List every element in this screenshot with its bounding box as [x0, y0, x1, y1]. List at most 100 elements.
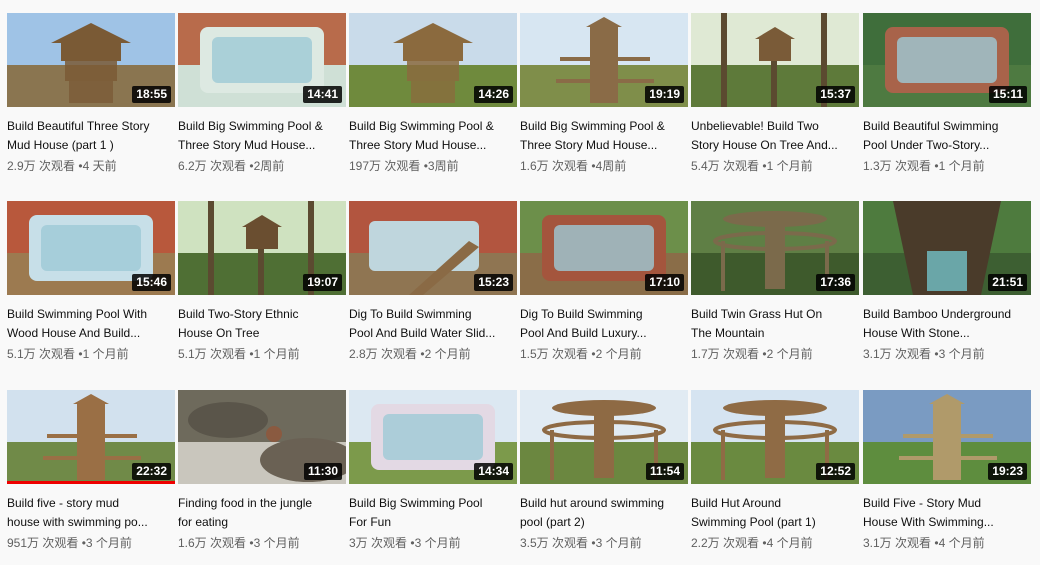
- video-card[interactable]: 22:32 Build five - story mud house with …: [7, 390, 175, 552]
- duration-badge: 14:26: [474, 86, 513, 103]
- video-title[interactable]: Build Hut Around Swimming Pool (part 1): [691, 494, 859, 532]
- duration-badge: 15:37: [816, 86, 855, 103]
- video-card[interactable]: 15:23 Dig To Build Swimming Pool And Bui…: [349, 201, 517, 363]
- video-card[interactable]: 15:46 Build Swimming Pool With Wood Hous…: [7, 201, 175, 363]
- video-thumbnail[interactable]: 14:41: [178, 13, 346, 107]
- video-thumbnail[interactable]: 15:37: [691, 13, 859, 107]
- video-title-line-2: House With Swimming...: [863, 515, 994, 529]
- video-title[interactable]: Build Beautiful Three Story Mud House (p…: [7, 117, 175, 155]
- video-meta: 5.4万 次观看 •1 个月前: [691, 157, 859, 175]
- view-count: 2.9万 次观看: [7, 159, 76, 173]
- video-title[interactable]: Build hut around swimming pool (part 2): [520, 494, 688, 532]
- video-meta: 3.1万 次观看 •4 个月前: [863, 534, 1031, 552]
- video-title[interactable]: Build Two-Story Ethnic House On Tree: [178, 305, 346, 343]
- video-card[interactable]: 19:19 Build Big Swimming Pool & Three St…: [520, 13, 688, 175]
- view-count: 1.6万 次观看: [178, 536, 247, 550]
- video-title[interactable]: Build five - story mud house with swimmi…: [7, 494, 175, 532]
- video-title-line-2: Swimming Pool (part 1): [691, 515, 816, 529]
- video-title-line-2: house with swimming po...: [7, 515, 148, 529]
- video-card[interactable]: 14:26 Build Big Swimming Pool & Three St…: [349, 13, 517, 175]
- duration-badge: 21:51: [988, 274, 1027, 291]
- video-title-line-2: The Mountain: [691, 326, 765, 340]
- view-count: 2.8万 次观看: [349, 347, 418, 361]
- video-title-line-1: Dig To Build Swimming: [349, 307, 472, 321]
- video-title-line-2: Three Story Mud House...: [520, 138, 658, 152]
- upload-age: 2 个月前: [595, 347, 642, 361]
- view-count: 5.1万 次观看: [7, 347, 76, 361]
- video-thumbnail[interactable]: 12:52: [691, 390, 859, 484]
- video-title[interactable]: Dig To Build Swimming Pool And Build Wat…: [349, 305, 517, 343]
- view-count: 1.5万 次观看: [520, 347, 589, 361]
- view-count: 3.1万 次观看: [863, 536, 932, 550]
- video-title[interactable]: Build Big Swimming Pool For Fun: [349, 494, 517, 532]
- video-title[interactable]: Build Twin Grass Hut On The Mountain: [691, 305, 859, 343]
- video-card[interactable]: 14:41 Build Big Swimming Pool & Three St…: [178, 13, 346, 175]
- video-meta: 3.5万 次观看 •3 个月前: [520, 534, 688, 552]
- video-meta: 2.2万 次观看 •4 个月前: [691, 534, 859, 552]
- video-meta: 1.3万 次观看 •1 个月前: [863, 157, 1031, 175]
- video-title-line-1: Build Swimming Pool With: [7, 307, 148, 321]
- video-title[interactable]: Build Bamboo Underground House With Ston…: [863, 305, 1031, 343]
- video-title[interactable]: Build Beautiful Swimming Pool Under Two-…: [863, 117, 1031, 155]
- video-card[interactable]: 15:11 Build Beautiful Swimming Pool Unde…: [863, 13, 1031, 175]
- video-card[interactable]: 21:51 Build Bamboo Underground House Wit…: [863, 201, 1031, 363]
- video-title[interactable]: Dig To Build Swimming Pool And Build Lux…: [520, 305, 688, 343]
- video-thumbnail[interactable]: 18:55: [7, 13, 175, 107]
- video-thumbnail[interactable]: 14:34: [349, 390, 517, 484]
- video-title[interactable]: Finding food in the jungle for eating: [178, 494, 346, 532]
- video-title[interactable]: Build Big Swimming Pool & Three Story Mu…: [349, 117, 517, 155]
- view-count: 197万 次观看: [349, 159, 421, 173]
- video-thumbnail[interactable]: 21:51: [863, 201, 1031, 295]
- duration-badge: 11:54: [645, 463, 684, 480]
- video-card[interactable]: 19:07 Build Two-Story Ethnic House On Tr…: [178, 201, 346, 363]
- video-card[interactable]: 19:23 Build Five - Story Mud House With …: [863, 390, 1031, 552]
- video-title[interactable]: Build Big Swimming Pool & Three Story Mu…: [520, 117, 688, 155]
- video-card[interactable]: 12:52 Build Hut Around Swimming Pool (pa…: [691, 390, 859, 552]
- upload-age: 3 个月前: [414, 536, 461, 550]
- duration-badge: 19:07: [303, 274, 342, 291]
- video-card[interactable]: 17:10 Dig To Build Swimming Pool And Bui…: [520, 201, 688, 363]
- video-title-line-1: Build hut around swimming: [520, 496, 665, 510]
- video-title[interactable]: Unbelievable! Build Two Story House On T…: [691, 117, 859, 155]
- video-thumbnail[interactable]: 15:46: [7, 201, 175, 295]
- video-meta: 1.5万 次观看 •2 个月前: [520, 345, 688, 363]
- video-card[interactable]: 11:30 Finding food in the jungle for eat…: [178, 390, 346, 552]
- upload-age: 1 个月前: [938, 159, 985, 173]
- video-thumbnail[interactable]: 14:26: [349, 13, 517, 107]
- duration-badge: 14:34: [474, 463, 513, 480]
- video-thumbnail[interactable]: 17:10: [520, 201, 688, 295]
- video-thumbnail[interactable]: 19:19: [520, 13, 688, 107]
- video-thumbnail[interactable]: 22:32: [7, 390, 175, 484]
- video-card[interactable]: 11:54 Build hut around swimming pool (pa…: [520, 390, 688, 552]
- video-card[interactable]: 17:36 Build Twin Grass Hut On The Mounta…: [691, 201, 859, 363]
- video-card[interactable]: 14:34 Build Big Swimming Pool For Fun 3万…: [349, 390, 517, 552]
- duration-badge: 19:19: [645, 86, 684, 103]
- upload-age: 3 个月前: [253, 536, 300, 550]
- video-thumbnail[interactable]: 15:11: [863, 13, 1031, 107]
- upload-age: 4 个月前: [938, 536, 985, 550]
- upload-age: 3 个月前: [595, 536, 642, 550]
- video-title-line-2: Mud House (part 1 ): [7, 138, 114, 152]
- duration-badge: 11:30: [303, 463, 342, 480]
- video-thumbnail[interactable]: 19:23: [863, 390, 1031, 484]
- video-title-line-2: Three Story Mud House...: [178, 138, 316, 152]
- video-thumbnail[interactable]: 17:36: [691, 201, 859, 295]
- upload-age: 2 个月前: [424, 347, 471, 361]
- video-thumbnail[interactable]: 15:23: [349, 201, 517, 295]
- video-meta: 6.2万 次观看 •2周前: [178, 157, 346, 175]
- upload-age: 4 个月前: [766, 536, 813, 550]
- video-thumbnail[interactable]: 11:30: [178, 390, 346, 484]
- video-thumbnail[interactable]: 11:54: [520, 390, 688, 484]
- video-thumbnail[interactable]: 19:07: [178, 201, 346, 295]
- video-card[interactable]: 15:37 Unbelievable! Build Two Story Hous…: [691, 13, 859, 175]
- video-title[interactable]: Build Five - Story Mud House With Swimmi…: [863, 494, 1031, 532]
- video-title-line-1: Build Big Swimming Pool &: [349, 119, 494, 133]
- video-title[interactable]: Build Swimming Pool With Wood House And …: [7, 305, 175, 343]
- video-card[interactable]: 18:55 Build Beautiful Three Story Mud Ho…: [7, 13, 175, 175]
- view-count: 1.3万 次观看: [863, 159, 932, 173]
- video-title[interactable]: Build Big Swimming Pool & Three Story Mu…: [178, 117, 346, 155]
- duration-badge: 14:41: [303, 86, 342, 103]
- view-count: 5.4万 次观看: [691, 159, 760, 173]
- duration-badge: 18:55: [132, 86, 171, 103]
- upload-age: 1 个月前: [82, 347, 129, 361]
